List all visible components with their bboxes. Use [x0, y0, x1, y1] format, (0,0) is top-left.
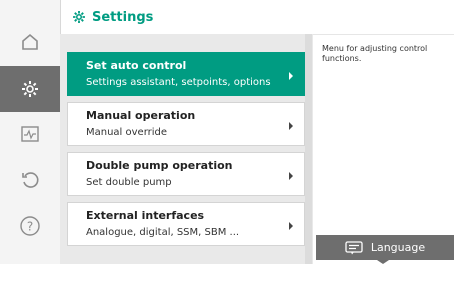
menu-item-external-interfaces[interactable]: External interfaces Analogue, digital, S… [67, 202, 305, 246]
menu-item-title: Set auto control [86, 59, 187, 72]
menu-item-double-pump-operation[interactable]: Double pump operation Set double pump [67, 152, 305, 196]
language-button[interactable]: Language [316, 235, 454, 260]
chevron-right-icon [286, 68, 296, 82]
svg-text:?: ? [27, 220, 33, 234]
rail-item-settings[interactable] [0, 66, 60, 112]
menu-item-manual-operation[interactable]: Manual operation Manual override [67, 102, 305, 146]
gear-icon [72, 10, 86, 24]
chevron-right-icon [286, 118, 296, 132]
diagnostics-icon[interactable] [12, 116, 48, 152]
chevron-right-icon [286, 168, 296, 182]
menu-item-set-auto-control[interactable]: Set auto control Settings assistant, set… [67, 52, 305, 96]
menu-item-subtitle: Manual override [86, 127, 168, 138]
page-title: Settings [92, 9, 154, 25]
scroll-down-indicator-icon [246, 284, 258, 290]
menu-item-title: Manual operation [86, 109, 196, 122]
nav-rail: ? [0, 0, 61, 264]
help-text: Menu for adjusting control functions. [322, 44, 428, 63]
home-icon[interactable] [12, 24, 48, 60]
page-header: Settings [60, 0, 454, 35]
menu-item-title: Double pump operation [86, 159, 233, 172]
gear-icon [12, 71, 48, 107]
menu-item-subtitle: Analogue, digital, SSM, SBM ... [86, 227, 240, 238]
language-label: Language [370, 241, 426, 254]
chevron-right-icon [286, 218, 296, 232]
menu-item-subtitle: Settings assistant, setpoints, options [86, 77, 271, 88]
menu-item-subtitle: Set double pump [86, 177, 172, 188]
context-pointer-icon [377, 260, 389, 264]
restore-icon[interactable] [12, 162, 48, 198]
help-icon[interactable]: ? [12, 208, 48, 244]
language-icon [345, 240, 363, 255]
scrollbar[interactable] [305, 34, 312, 264]
settings-menu: Set auto control Settings assistant, set… [60, 34, 313, 290]
menu-item-title: External interfaces [86, 209, 205, 222]
